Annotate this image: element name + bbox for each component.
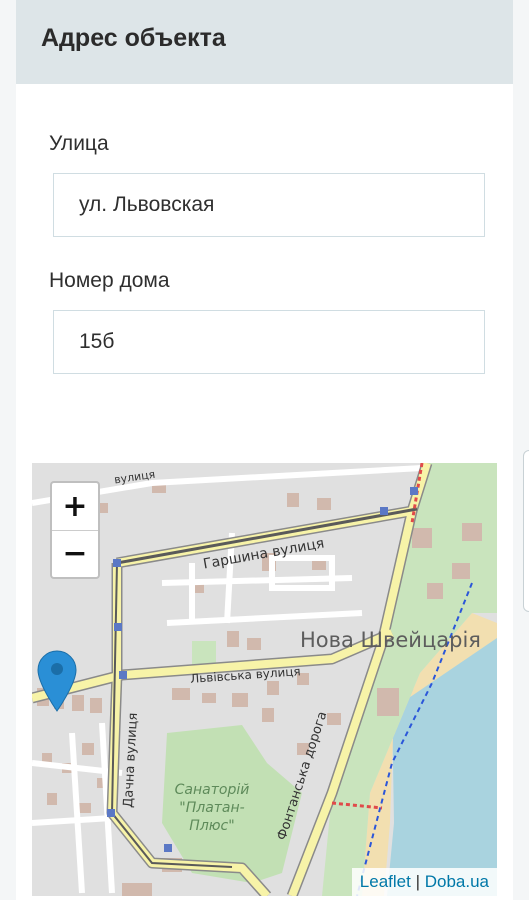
sanatorium-label-3: Плюс" [189,818,234,834]
district-label: Нова Швейцарія [300,628,481,652]
zoom-control: + − [50,481,100,579]
sanatorium-label-2: "Платан- [179,800,244,816]
card-header: Адрес объекта [16,0,513,84]
sanatorium-label-1: Санаторій [175,782,250,798]
map-tiles[interactable]: Гаршина вулиця Львівська вулиця Дачна ву… [32,463,497,896]
house-number-label: Номер дома [49,269,170,292]
side-tab[interactable] [523,450,529,612]
map-attribution: Leaflet | Doba.ua [351,868,497,896]
card-title: Адрес объекта [41,24,226,52]
house-number-input[interactable] [53,310,485,374]
zoom-out-button[interactable]: − [52,530,98,577]
leaflet-link[interactable]: Leaflet [360,872,411,891]
attribution-separator: | [415,872,420,891]
street-label: Улица [49,132,109,155]
map-view[interactable]: Гаршина вулиця Львівська вулиця Дачна ву… [32,463,497,896]
zoom-in-button[interactable]: + [52,483,98,531]
provider-link[interactable]: Doba.ua [425,872,489,891]
street-input[interactable] [53,173,485,237]
